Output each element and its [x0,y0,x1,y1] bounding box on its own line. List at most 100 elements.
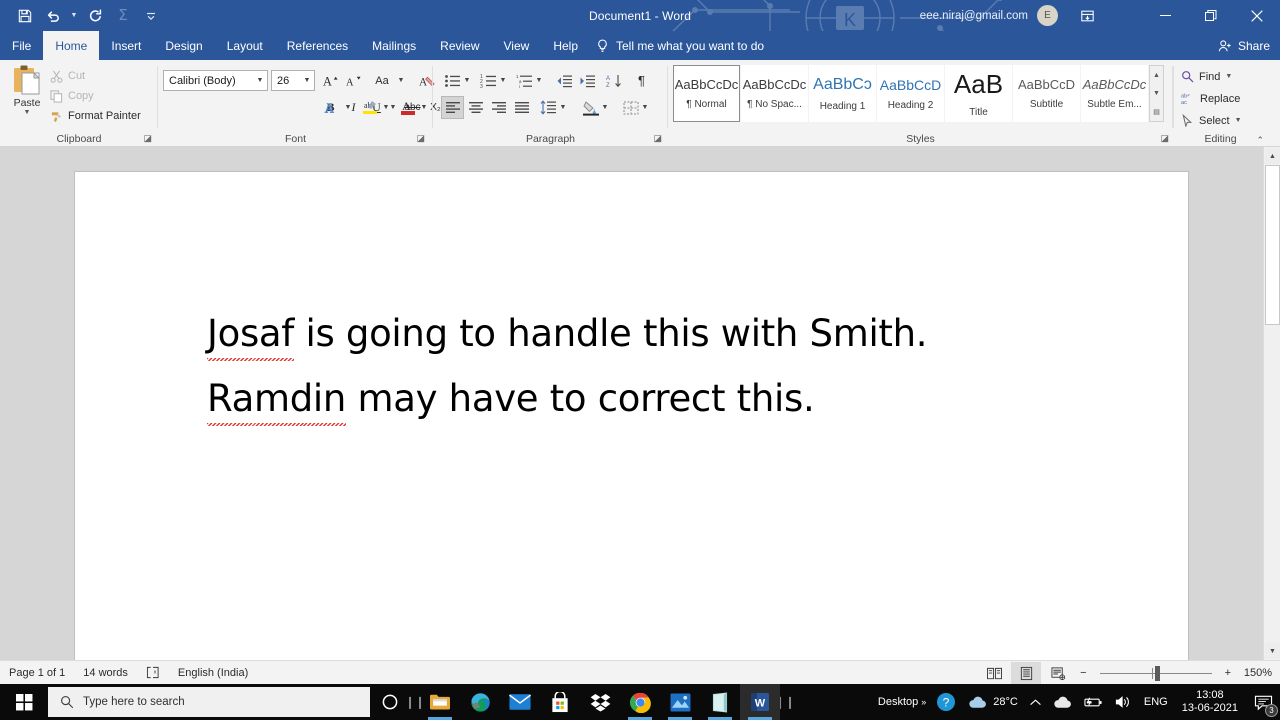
vertical-scrollbar[interactable]: ▲ ▼ [1263,147,1280,660]
zoom-slider[interactable] [1099,662,1212,684]
maximize-restore-button[interactable] [1188,0,1234,31]
tab-home[interactable]: Home [43,31,100,60]
style-subtle-emphasis[interactable]: AaBbCcDc Subtle Em... [1081,65,1148,122]
styles-scroll-up-icon[interactable]: ▲ [1150,66,1163,84]
sort-button[interactable]: AZ [603,69,626,92]
misspelled-word[interactable]: Ramdin [207,377,346,426]
tab-mailings[interactable]: Mailings [360,31,428,60]
microsoft-store-icon[interactable] [540,684,580,720]
document-line-2[interactable]: Ramdin may have to correct this. [207,377,815,426]
share-button[interactable]: Share [1218,31,1270,60]
print-layout-view-button[interactable] [1011,662,1042,684]
tab-references[interactable]: References [275,31,360,60]
misspelled-word[interactable]: Josaf [207,312,294,361]
document-line-1[interactable]: Josaf is going to handle this with Smith… [207,312,928,361]
tab-design[interactable]: Design [153,31,214,60]
document-page[interactable]: Josaf is going to handle this with Smith… [75,172,1188,667]
font-size-input[interactable]: 26 ▼ [271,70,315,91]
microsoft-edge-icon[interactable] [460,684,500,720]
tab-layout[interactable]: Layout [215,31,275,60]
zoom-out-button[interactable]: − [1075,661,1091,685]
find-button[interactable]: Find ▼ [1181,67,1232,86]
desktop-toolbar[interactable]: Desktop » [874,696,930,708]
scroll-up-arrow-icon[interactable]: ▲ [1265,148,1280,164]
shading-caret-icon[interactable]: ▼ [599,96,611,119]
cortana-icon[interactable] [370,684,410,720]
paste-dropdown-caret-icon[interactable]: ▼ [24,109,31,116]
language-indicator[interactable]: English (India) [169,661,257,685]
show-formatting-marks-button[interactable]: ¶ [630,69,653,92]
style-title[interactable]: AaB Title [945,65,1012,122]
desktop-toolbar-chevron-icon[interactable]: » [921,697,926,707]
start-button[interactable] [0,684,48,720]
text-effects-caret-icon[interactable]: ▼ [342,96,354,119]
tab-view[interactable]: View [492,31,542,60]
scrollbar-thumb[interactable] [1265,165,1280,325]
highlight-button[interactable]: ab [358,96,381,119]
select-button[interactable]: Select ▼ [1181,111,1242,130]
taskbar-search-box[interactable]: Type here to search [48,687,370,717]
increase-indent-button[interactable] [576,69,599,92]
font-color-caret-icon[interactable]: ▼ [418,96,430,119]
font-color-button[interactable]: A [396,96,419,119]
align-right-button[interactable] [487,96,510,119]
replace-button[interactable]: ab ac Replace [1181,89,1240,108]
style-heading-2[interactable]: AaBbCcD Heading 2 [877,65,944,122]
account-info[interactable]: eee.niraj@gmail.com E [920,0,1058,31]
styles-more-icon[interactable]: ▤ [1150,103,1163,121]
styles-dialog-launcher[interactable]: ◪ [1160,133,1169,144]
help-icon[interactable]: ? [930,684,962,720]
bullets-caret-icon[interactable]: ▼ [461,69,473,92]
copy-button[interactable]: Copy [50,87,94,105]
proofing-errors-icon[interactable]: x [137,661,169,685]
weather-indicator[interactable]: 28°C [962,684,1024,720]
decrease-indent-button[interactable] [553,69,576,92]
tab-review[interactable]: Review [428,31,491,60]
clock[interactable]: 13:08 13-06-2021 [1174,689,1246,715]
mail-icon[interactable] [500,684,540,720]
zoom-in-button[interactable]: + [1220,661,1236,685]
highlight-caret-icon[interactable]: ▼ [380,96,392,119]
volume-icon[interactable] [1109,684,1138,720]
show-hidden-icons-button[interactable] [1024,684,1047,720]
justify-button[interactable] [510,96,533,119]
style-normal[interactable]: AaBbCcDc ¶ Normal [673,65,740,122]
google-chrome-icon[interactable] [620,684,660,720]
file-explorer-icon[interactable] [420,684,460,720]
multilevel-list-caret-icon[interactable]: ▼ [533,69,545,92]
zoom-slider-thumb[interactable] [1154,666,1160,681]
close-button[interactable] [1234,0,1280,31]
style-no-spacing[interactable]: AaBbCcDc ¶ No Spac... [741,65,808,122]
task-view-icon[interactable]: ❙❙ [405,684,425,720]
language-indicator[interactable]: ENG [1138,684,1174,720]
dropbox-icon[interactable] [580,684,620,720]
align-center-button[interactable] [464,96,487,119]
numbering-caret-icon[interactable]: ▼ [497,69,509,92]
tell-me-search[interactable]: Tell me what you want to do [596,31,764,60]
styles-scroll-down-icon[interactable]: ▼ [1150,84,1163,102]
format-painter-button[interactable]: Format Painter [50,107,141,125]
minimize-button[interactable] [1142,0,1188,31]
paste-button[interactable]: Paste ▼ [6,64,48,126]
battery-icon[interactable] [1078,684,1109,720]
font-name-caret-icon[interactable]: ▼ [253,77,267,84]
notifications-button[interactable]: 3 [1246,684,1280,720]
align-left-button[interactable] [441,96,464,119]
zoom-level[interactable]: 150% [1238,667,1276,679]
word-count[interactable]: 14 words [74,661,137,685]
photos-icon[interactable] [660,684,700,720]
onedrive-icon[interactable] [1047,684,1078,720]
find-caret-icon[interactable]: ▼ [1225,73,1232,80]
onenote-icon[interactable] [700,684,740,720]
page-indicator[interactable]: Page 1 of 1 [0,661,74,685]
tab-insert[interactable]: Insert [99,31,153,60]
font-name-input[interactable]: Calibri (Body) ▼ [163,70,268,91]
tab-help[interactable]: Help [541,31,590,60]
web-layout-view-button[interactable] [1043,662,1073,684]
text-effects-button[interactable]: A [320,96,343,119]
microsoft-word-icon[interactable]: W [740,684,780,720]
style-heading-1[interactable]: AaBbCɔ Heading 1 [809,65,876,122]
paragraph-dialog-launcher[interactable]: ◪ [653,133,662,144]
line-spacing-caret-icon[interactable]: ▼ [557,96,569,119]
scroll-down-arrow-icon[interactable]: ▼ [1265,643,1280,659]
